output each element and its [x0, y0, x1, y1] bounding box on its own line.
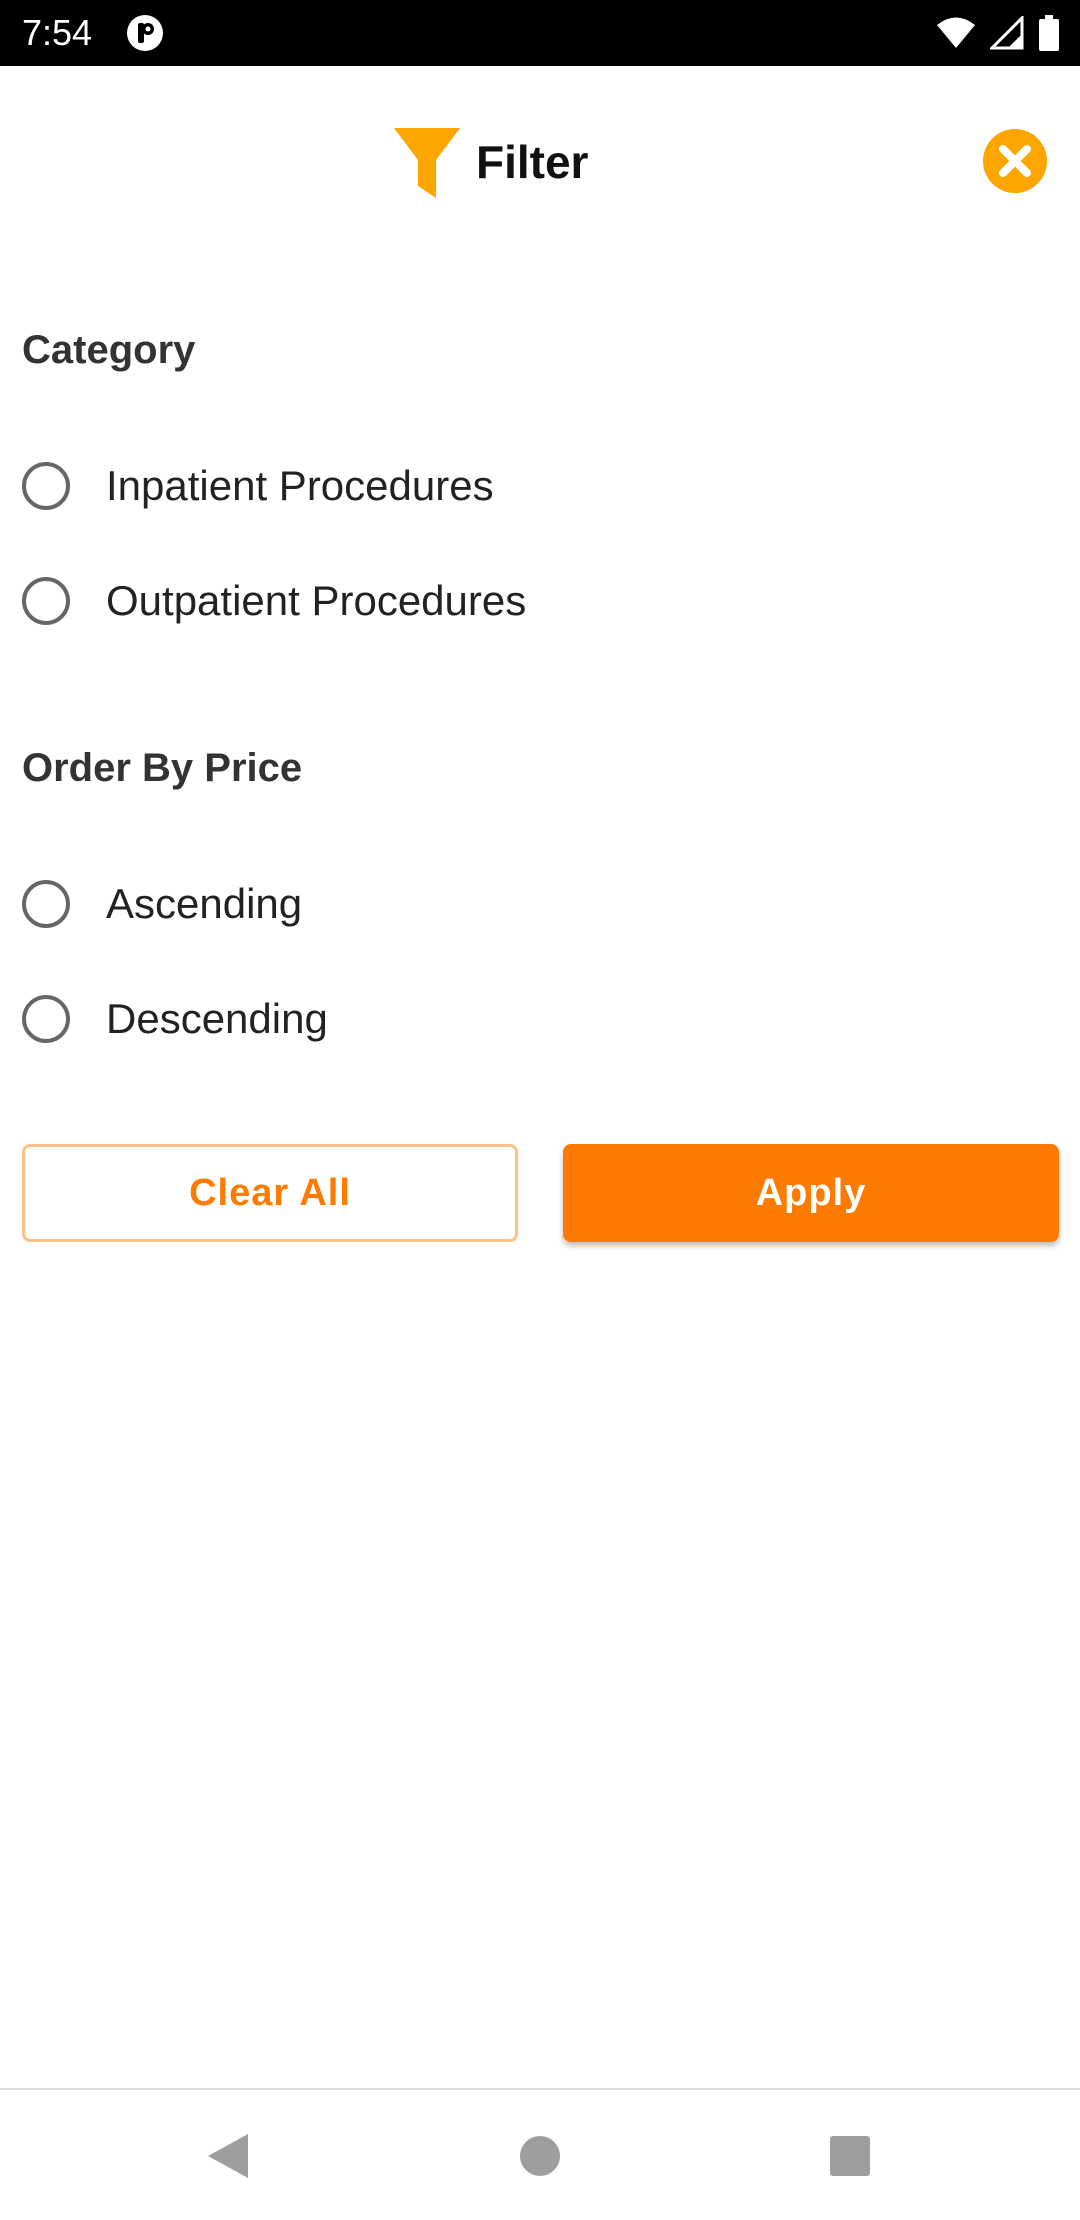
filter-screen: 7:54 Filter Category Inpatient Procedure… [0, 0, 1080, 2220]
radio-button[interactable] [22, 577, 70, 625]
status-time: 7:54 [22, 12, 93, 53]
battery-icon [1039, 15, 1059, 51]
radio-outpatient-procedures[interactable]: Outpatient Procedures [22, 571, 526, 631]
radio-label: Descending [106, 995, 328, 1042]
radio-ascending[interactable]: Ascending [22, 874, 302, 934]
apply-button[interactable]: Apply [563, 1144, 1059, 1242]
radio-label: Inpatient Procedures [106, 462, 494, 509]
signal-icon [990, 16, 1024, 50]
status-bar: 7:54 [0, 0, 1080, 66]
system-nav-bar [0, 2088, 1080, 2220]
order-by-price-section-title: Order By Price [22, 746, 303, 790]
page-title: Filter [476, 136, 589, 188]
radio-button[interactable] [22, 462, 70, 510]
radio-label: Ascending [106, 880, 303, 927]
nav-back-button[interactable] [196, 2124, 260, 2188]
nav-recents-button[interactable] [818, 2124, 882, 2188]
status-right-icons [936, 14, 1060, 52]
close-circle-icon[interactable] [982, 128, 1048, 194]
radio-inpatient-procedures[interactable]: Inpatient Procedures [22, 456, 494, 516]
radio-button[interactable] [22, 880, 70, 928]
radio-label: Outpatient Procedures [106, 577, 527, 624]
recents-square-icon [830, 2136, 870, 2176]
category-section-title: Category [22, 328, 196, 372]
home-circle-icon [520, 2136, 560, 2176]
nav-home-button[interactable] [508, 2124, 572, 2188]
back-triangle-icon [208, 2134, 248, 2178]
radio-button[interactable] [22, 995, 70, 1043]
radio-descending[interactable]: Descending [22, 989, 328, 1049]
filter-header: Filter [0, 66, 1080, 226]
wifi-icon [937, 17, 975, 48]
header-title-group: Filter [392, 126, 588, 198]
clear-all-button[interactable]: Clear All [22, 1144, 518, 1242]
filter-funnel-icon [394, 128, 460, 198]
app-notification-icon [127, 15, 163, 51]
